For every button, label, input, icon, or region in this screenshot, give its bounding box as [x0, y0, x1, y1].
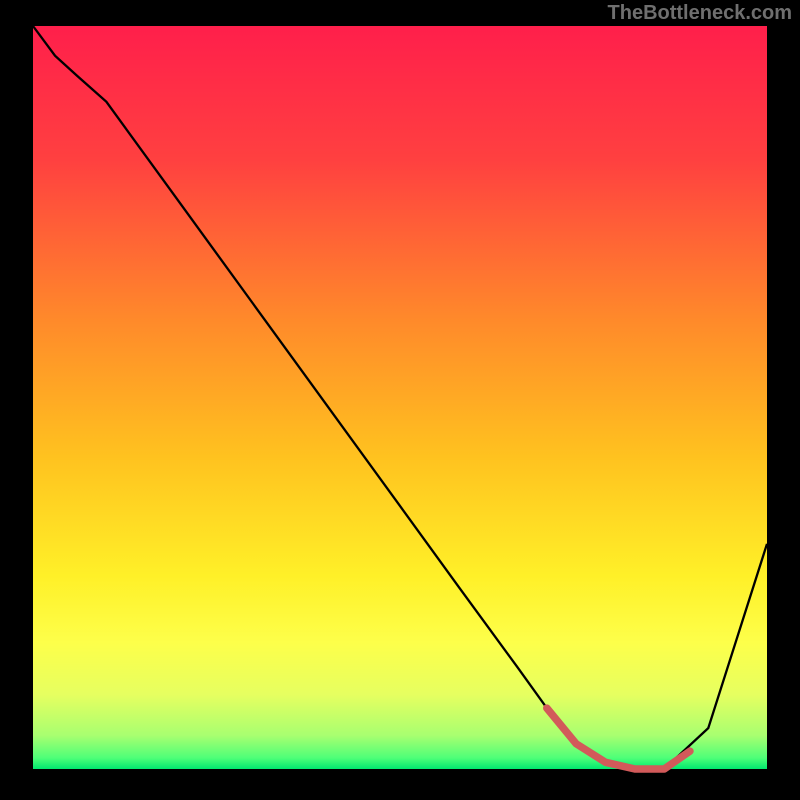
bottleneck-chart [0, 0, 800, 800]
plot-background [33, 26, 767, 769]
chart-container: TheBottleneck.com [0, 0, 800, 800]
watermark-text: TheBottleneck.com [608, 2, 792, 25]
